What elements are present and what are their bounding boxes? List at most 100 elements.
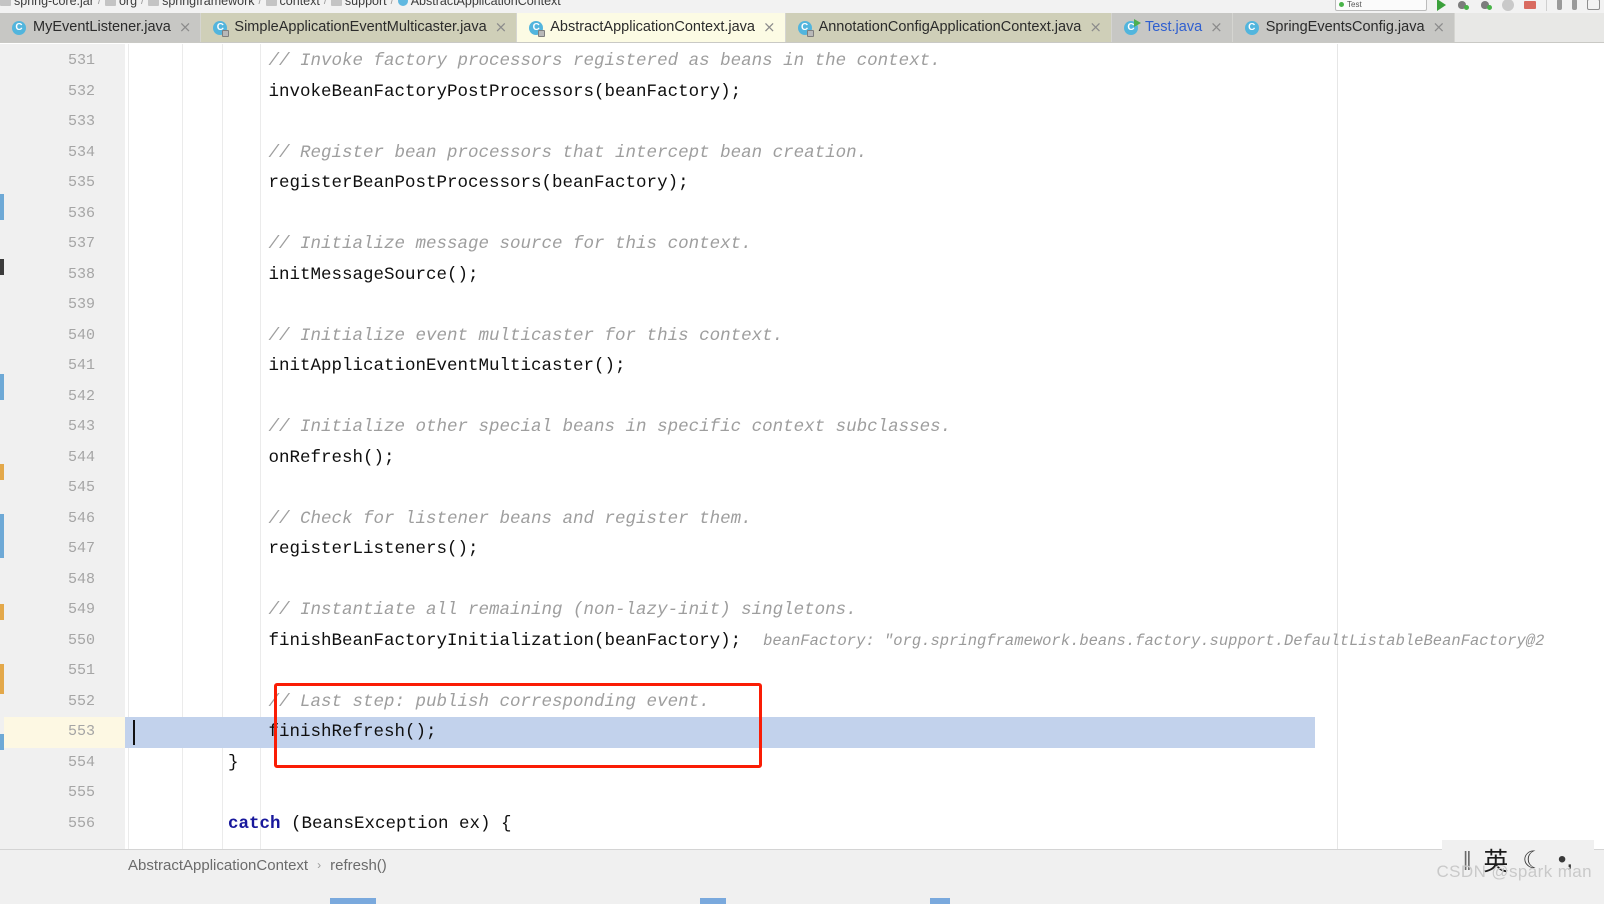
right-margin-guide xyxy=(1337,44,1338,849)
code-line[interactable]: finishBeanFactoryInitialization(beanFact… xyxy=(269,626,1545,657)
code-line[interactable]: // Initialize other special beans in spe… xyxy=(269,412,952,443)
line-number: 541 xyxy=(67,357,95,374)
editor-tab-label: AnnotationConfigApplicationContext.java xyxy=(818,19,1082,36)
close-icon[interactable]: × xyxy=(1210,20,1223,35)
java-class-icon: C xyxy=(11,20,27,36)
breadcrumb-item-0[interactable]: spring-core.jar xyxy=(0,0,94,8)
close-icon[interactable]: × xyxy=(1433,20,1446,35)
inline-parameter-hint: beanFactory: "org.springframework.beans.… xyxy=(763,631,1545,650)
code-editor[interactable]: 531 532 533 534 535 536 537 538 539 540 541 542 543 5… xyxy=(0,44,1604,849)
breadcrumb-separator: / xyxy=(97,0,101,7)
bottom-mark-blue xyxy=(330,898,376,904)
folder-icon xyxy=(265,0,277,6)
code-text: (BeansException ex) { xyxy=(280,813,512,834)
code-line[interactable]: // Initialize message source for this co… xyxy=(269,229,752,260)
breadcrumb-item-1[interactable]: org xyxy=(104,0,137,8)
breadcrumb-item-5[interactable]: AbstractApplicationContext xyxy=(397,0,561,8)
editor-tab-annotationconfigapplicationcontext[interactable]: C AnnotationConfigApplicationContext.java… xyxy=(785,13,1112,42)
toolbar-divider xyxy=(1546,0,1547,11)
class-icon xyxy=(397,0,408,6)
close-icon[interactable]: × xyxy=(495,20,508,35)
breadcrumb-item-4[interactable]: support xyxy=(330,0,387,8)
lock-badge-icon xyxy=(538,29,546,37)
code-text: initApplicationEventMulticaster(); xyxy=(268,356,626,376)
breadcrumb-separator: / xyxy=(141,0,145,7)
top-toolbar-strip: spring-core.jar / org / springframework / cont… xyxy=(0,0,1604,13)
jar-icon xyxy=(0,0,11,6)
stop-icon[interactable] xyxy=(1524,0,1536,9)
code-comment: // Check for listener beans and register… xyxy=(268,508,752,529)
java-class-locked-icon: C xyxy=(528,20,546,37)
line-number: 549 xyxy=(67,601,95,618)
line-number: 535 xyxy=(67,174,95,191)
line-number: 550 xyxy=(67,631,95,649)
breadcrumb-arrow-icon: › xyxy=(317,858,322,872)
lock-badge-icon xyxy=(806,29,814,37)
breadcrumb-segment-1[interactable]: refresh() xyxy=(330,857,387,874)
code-line[interactable]: initApplicationEventMulticaster(); xyxy=(269,351,626,382)
code-line[interactable]: registerBeanPostProcessors(beanFactory); xyxy=(269,168,689,199)
code-text: registerBeanPostProcessors(beanFactory); xyxy=(268,173,689,193)
editor-tab-simpleapplicationeventmulticaster[interactable]: C SimpleApplicationEventMulticaster.java × xyxy=(201,13,518,42)
coverage-icon[interactable] xyxy=(1479,0,1492,11)
editor-tab-label: Test.java xyxy=(1144,19,1203,36)
idea-window: spring-core.jar / org / springframework / cont… xyxy=(0,0,1604,904)
run-icon[interactable] xyxy=(1437,0,1446,11)
editor-tab-springeventsconfig[interactable]: C SpringEventsConfig.java × xyxy=(1232,13,1456,42)
run-toolbar: Test xyxy=(1335,0,1600,13)
minimize-icon[interactable] xyxy=(1572,0,1577,10)
debug-icon[interactable] xyxy=(1456,0,1469,11)
code-line[interactable]: // Invoke factory processors registered … xyxy=(269,46,941,77)
code-line[interactable]: registerListeners(); xyxy=(269,534,479,565)
code-line[interactable]: // Last step: publish corresponding even… xyxy=(269,687,710,718)
close-icon[interactable]: × xyxy=(179,20,192,35)
bottom-mark-blue-3 xyxy=(930,898,950,904)
line-number: 547 xyxy=(67,540,95,557)
code-line[interactable]: onRefresh(); xyxy=(269,443,395,474)
code-line[interactable]: catch (BeansException ex) { xyxy=(228,809,512,840)
code-line[interactable]: // Instantiate all remaining (non-lazy-i… xyxy=(269,595,857,626)
code-line[interactable]: // Register bean processors that interce… xyxy=(269,138,868,169)
project-breadcrumb[interactable]: spring-core.jar / org / springframework / cont… xyxy=(0,0,561,9)
editor-tab-myeventlistener[interactable]: C MyEventListener.java × xyxy=(0,13,202,42)
line-number: 553 xyxy=(67,723,95,740)
code-line[interactable]: } xyxy=(228,748,239,779)
editor-tab-abstractapplicationcontext[interactable]: C AbstractApplicationContext.java × xyxy=(517,13,786,42)
folder-icon xyxy=(148,0,160,6)
pin-icon[interactable] xyxy=(1557,0,1562,10)
breadcrumb-item-3[interactable]: context xyxy=(265,0,320,8)
editor-tab-label: AbstractApplicationContext.java xyxy=(550,19,755,36)
code-text-area[interactable]: // Invoke factory processors registered … xyxy=(125,44,1604,849)
run-badge-icon xyxy=(1133,18,1141,27)
line-number: 538 xyxy=(67,265,95,283)
line-number: 532 xyxy=(67,82,95,100)
watermark: CSDN @spark man xyxy=(1436,862,1592,881)
code-line[interactable]: // Initialize event multicaster for this… xyxy=(269,321,784,352)
line-number: 537 xyxy=(67,235,95,252)
line-number: 533 xyxy=(67,113,95,130)
breadcrumb-item-label: support xyxy=(344,0,387,8)
code-line[interactable]: initMessageSource(); xyxy=(269,260,479,291)
close-icon[interactable]: × xyxy=(763,20,776,35)
code-text: invokeBeanFactoryPostProcessors(beanFact… xyxy=(268,81,742,102)
bottom-mark-blue-2 xyxy=(700,898,726,904)
profile-icon[interactable] xyxy=(1502,0,1514,11)
code-line[interactable]: finishRefresh(); xyxy=(269,717,437,748)
line-number: 546 xyxy=(67,509,95,527)
code-comment: // Instantiate all remaining (non-lazy-i… xyxy=(268,600,857,620)
breadcrumb[interactable]: AbstractApplicationContext › refresh() xyxy=(128,853,387,877)
run-configuration-selector[interactable]: Test xyxy=(1335,0,1427,11)
line-number: 534 xyxy=(67,143,95,161)
breadcrumb-segment-0[interactable]: AbstractApplicationContext xyxy=(128,857,308,874)
breadcrumb-item-2[interactable]: springframework xyxy=(148,0,254,8)
java-class-locked-icon: C xyxy=(797,20,814,37)
code-line[interactable]: invokeBeanFactoryPostProcessors(beanFact… xyxy=(269,77,742,108)
line-number: 544 xyxy=(67,448,95,466)
editor-tab-label: SpringEventsConfig.java xyxy=(1265,19,1425,36)
code-line[interactable]: // Check for listener beans and register… xyxy=(269,504,752,535)
layout-icon[interactable] xyxy=(1587,0,1600,10)
line-number: 545 xyxy=(67,479,95,496)
close-icon[interactable]: × xyxy=(1089,20,1102,35)
editor-gutter[interactable]: 531 532 533 534 535 536 537 538 539 540 541 542 543 5… xyxy=(4,44,125,849)
editor-tab-test[interactable]: C Test.java × xyxy=(1111,13,1233,42)
